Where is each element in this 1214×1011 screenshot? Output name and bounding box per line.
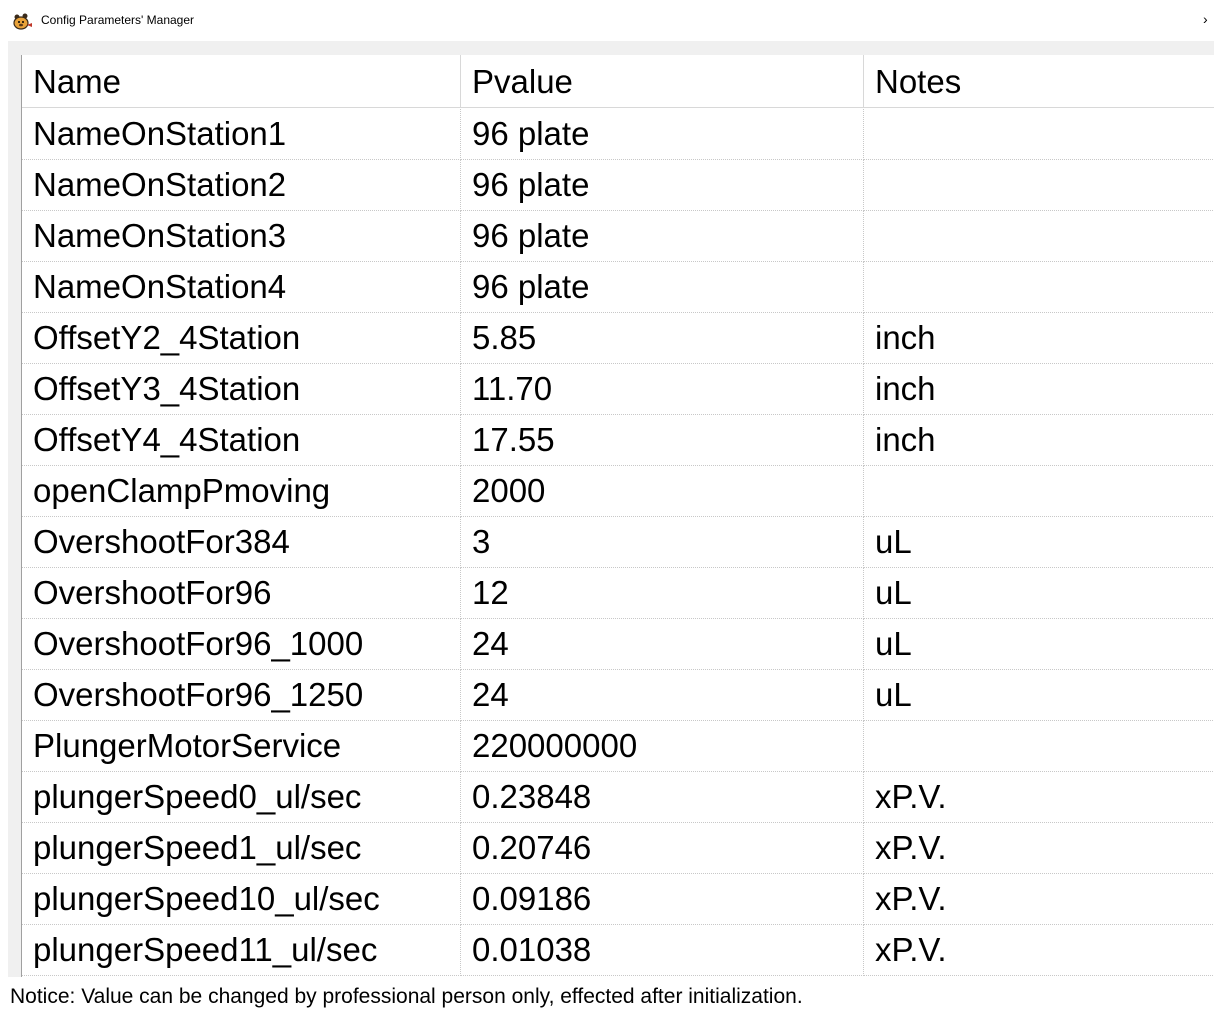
notes-cell[interactable]: uL xyxy=(864,619,1214,670)
table-row[interactable]: plungerSpeed1_ul/sec 0.20746 xP.V. xyxy=(22,823,1214,874)
notes-cell[interactable] xyxy=(864,262,1214,313)
pvalue-cell[interactable]: 5.85 xyxy=(461,313,864,364)
table-row[interactable]: OvershootFor96_1250 24 uL xyxy=(22,670,1214,721)
name-cell[interactable]: PlungerMotorService xyxy=(22,721,461,772)
title-bar: Config Parameters' Manager › xyxy=(0,0,1214,40)
table-row[interactable]: OvershootFor96 12 uL xyxy=(22,568,1214,619)
name-cell[interactable]: NameOnStation1 xyxy=(22,109,461,160)
notes-cell[interactable]: xP.V. xyxy=(864,772,1214,823)
pvalue-cell[interactable]: 17.55 xyxy=(461,415,864,466)
notes-cell[interactable]: xP.V. xyxy=(864,823,1214,874)
pvalue-cell[interactable]: 2000 xyxy=(461,466,864,517)
table-row[interactable]: NameOnStation4 96 plate xyxy=(22,262,1214,313)
name-cell[interactable]: NameOnStation4 xyxy=(22,262,461,313)
table-row[interactable]: NameOnStation1 96 plate xyxy=(22,109,1214,160)
window-title: Config Parameters' Manager xyxy=(41,13,195,27)
table-row[interactable]: plungerSpeed11_ul/sec 0.01038 xP.V. xyxy=(22,925,1214,976)
name-cell[interactable]: openClampPmoving xyxy=(22,466,461,517)
table-row[interactable]: NameOnStation3 96 plate xyxy=(22,211,1214,262)
pvalue-cell[interactable]: 11.70 xyxy=(461,364,864,415)
notes-cell[interactable]: inch xyxy=(864,364,1214,415)
pvalue-cell[interactable]: 0.20746 xyxy=(461,823,864,874)
table-body: NameOnStation1 96 plate NameOnStation2 96 p… xyxy=(22,109,1214,976)
table-row[interactable]: OffsetY2_4Station 5.85 inch xyxy=(22,313,1214,364)
notes-cell[interactable]: xP.V. xyxy=(864,925,1214,976)
table-row[interactable]: PlungerMotorService 220000000 xyxy=(22,721,1214,772)
parameters-table[interactable]: Name Pvalue Notes NameOnStation1 96 plate… xyxy=(21,55,1214,977)
pvalue-cell[interactable]: 0.23848 xyxy=(461,772,864,823)
pvalue-cell[interactable]: 96 plate xyxy=(461,109,864,160)
pvalue-cell[interactable]: 0.09186 xyxy=(461,874,864,925)
notes-cell[interactable] xyxy=(864,109,1214,160)
pvalue-cell[interactable]: 96 plate xyxy=(461,262,864,313)
name-cell[interactable]: OffsetY4_4Station xyxy=(22,415,461,466)
table-row[interactable]: OvershootFor384 3 uL xyxy=(22,517,1214,568)
close-icon[interactable]: › xyxy=(1203,11,1208,27)
table-row[interactable]: plungerSpeed0_ul/sec 0.23848 xP.V. xyxy=(22,772,1214,823)
table-row[interactable]: plungerSpeed10_ul/sec 0.09186 xP.V. xyxy=(22,874,1214,925)
table-row[interactable]: NameOnStation2 96 plate xyxy=(22,160,1214,211)
grid-panel: Name Pvalue Notes NameOnStation1 96 plate… xyxy=(8,41,1214,977)
notes-cell[interactable]: inch xyxy=(864,415,1214,466)
notes-cell[interactable]: uL xyxy=(864,670,1214,721)
name-cell[interactable]: OvershootFor384 xyxy=(22,517,461,568)
table-row[interactable]: OffsetY3_4Station 11.70 inch xyxy=(22,364,1214,415)
column-header-name[interactable]: Name xyxy=(22,55,461,108)
table-row[interactable]: OffsetY4_4Station 17.55 inch xyxy=(22,415,1214,466)
name-cell[interactable]: plungerSpeed0_ul/sec xyxy=(22,772,461,823)
table-header: Name Pvalue Notes xyxy=(22,55,1214,109)
notes-cell[interactable] xyxy=(864,160,1214,211)
pvalue-cell[interactable]: 24 xyxy=(461,670,864,721)
pvalue-cell[interactable]: 12 xyxy=(461,568,864,619)
pvalue-cell[interactable]: 96 plate xyxy=(461,160,864,211)
name-cell[interactable]: OffsetY2_4Station xyxy=(22,313,461,364)
notes-cell[interactable]: xP.V. xyxy=(864,874,1214,925)
pvalue-cell[interactable]: 96 plate xyxy=(461,211,864,262)
notes-cell[interactable] xyxy=(864,721,1214,772)
name-cell[interactable]: OffsetY3_4Station xyxy=(22,364,461,415)
name-cell[interactable]: OvershootFor96_1250 xyxy=(22,670,461,721)
name-cell[interactable]: OvershootFor96 xyxy=(22,568,461,619)
config-manager-window: Config Parameters' Manager › Name Pvalue… xyxy=(0,0,1214,1011)
name-cell[interactable]: NameOnStation2 xyxy=(22,160,461,211)
table-row[interactable]: OvershootFor96_1000 24 uL xyxy=(22,619,1214,670)
notes-cell[interactable] xyxy=(864,466,1214,517)
name-cell[interactable]: plungerSpeed10_ul/sec xyxy=(22,874,461,925)
notes-cell[interactable]: inch xyxy=(864,313,1214,364)
pvalue-cell[interactable]: 3 xyxy=(461,517,864,568)
app-icon xyxy=(13,12,33,30)
pvalue-cell[interactable]: 24 xyxy=(461,619,864,670)
notes-cell[interactable]: uL xyxy=(864,517,1214,568)
column-header-notes[interactable]: Notes xyxy=(864,55,1214,108)
notes-cell[interactable]: uL xyxy=(864,568,1214,619)
pvalue-cell[interactable]: 220000000 xyxy=(461,721,864,772)
name-cell[interactable]: OvershootFor96_1000 xyxy=(22,619,461,670)
notes-cell[interactable] xyxy=(864,211,1214,262)
name-cell[interactable]: plungerSpeed1_ul/sec xyxy=(22,823,461,874)
column-header-pvalue[interactable]: Pvalue xyxy=(461,55,864,108)
pvalue-cell[interactable]: 0.01038 xyxy=(461,925,864,976)
name-cell[interactable]: plungerSpeed11_ul/sec xyxy=(22,925,461,976)
notice-text: Notice: Value can be changed by professi… xyxy=(10,985,803,1008)
name-cell[interactable]: NameOnStation3 xyxy=(22,211,461,262)
table-row[interactable]: openClampPmoving 2000 xyxy=(22,466,1214,517)
